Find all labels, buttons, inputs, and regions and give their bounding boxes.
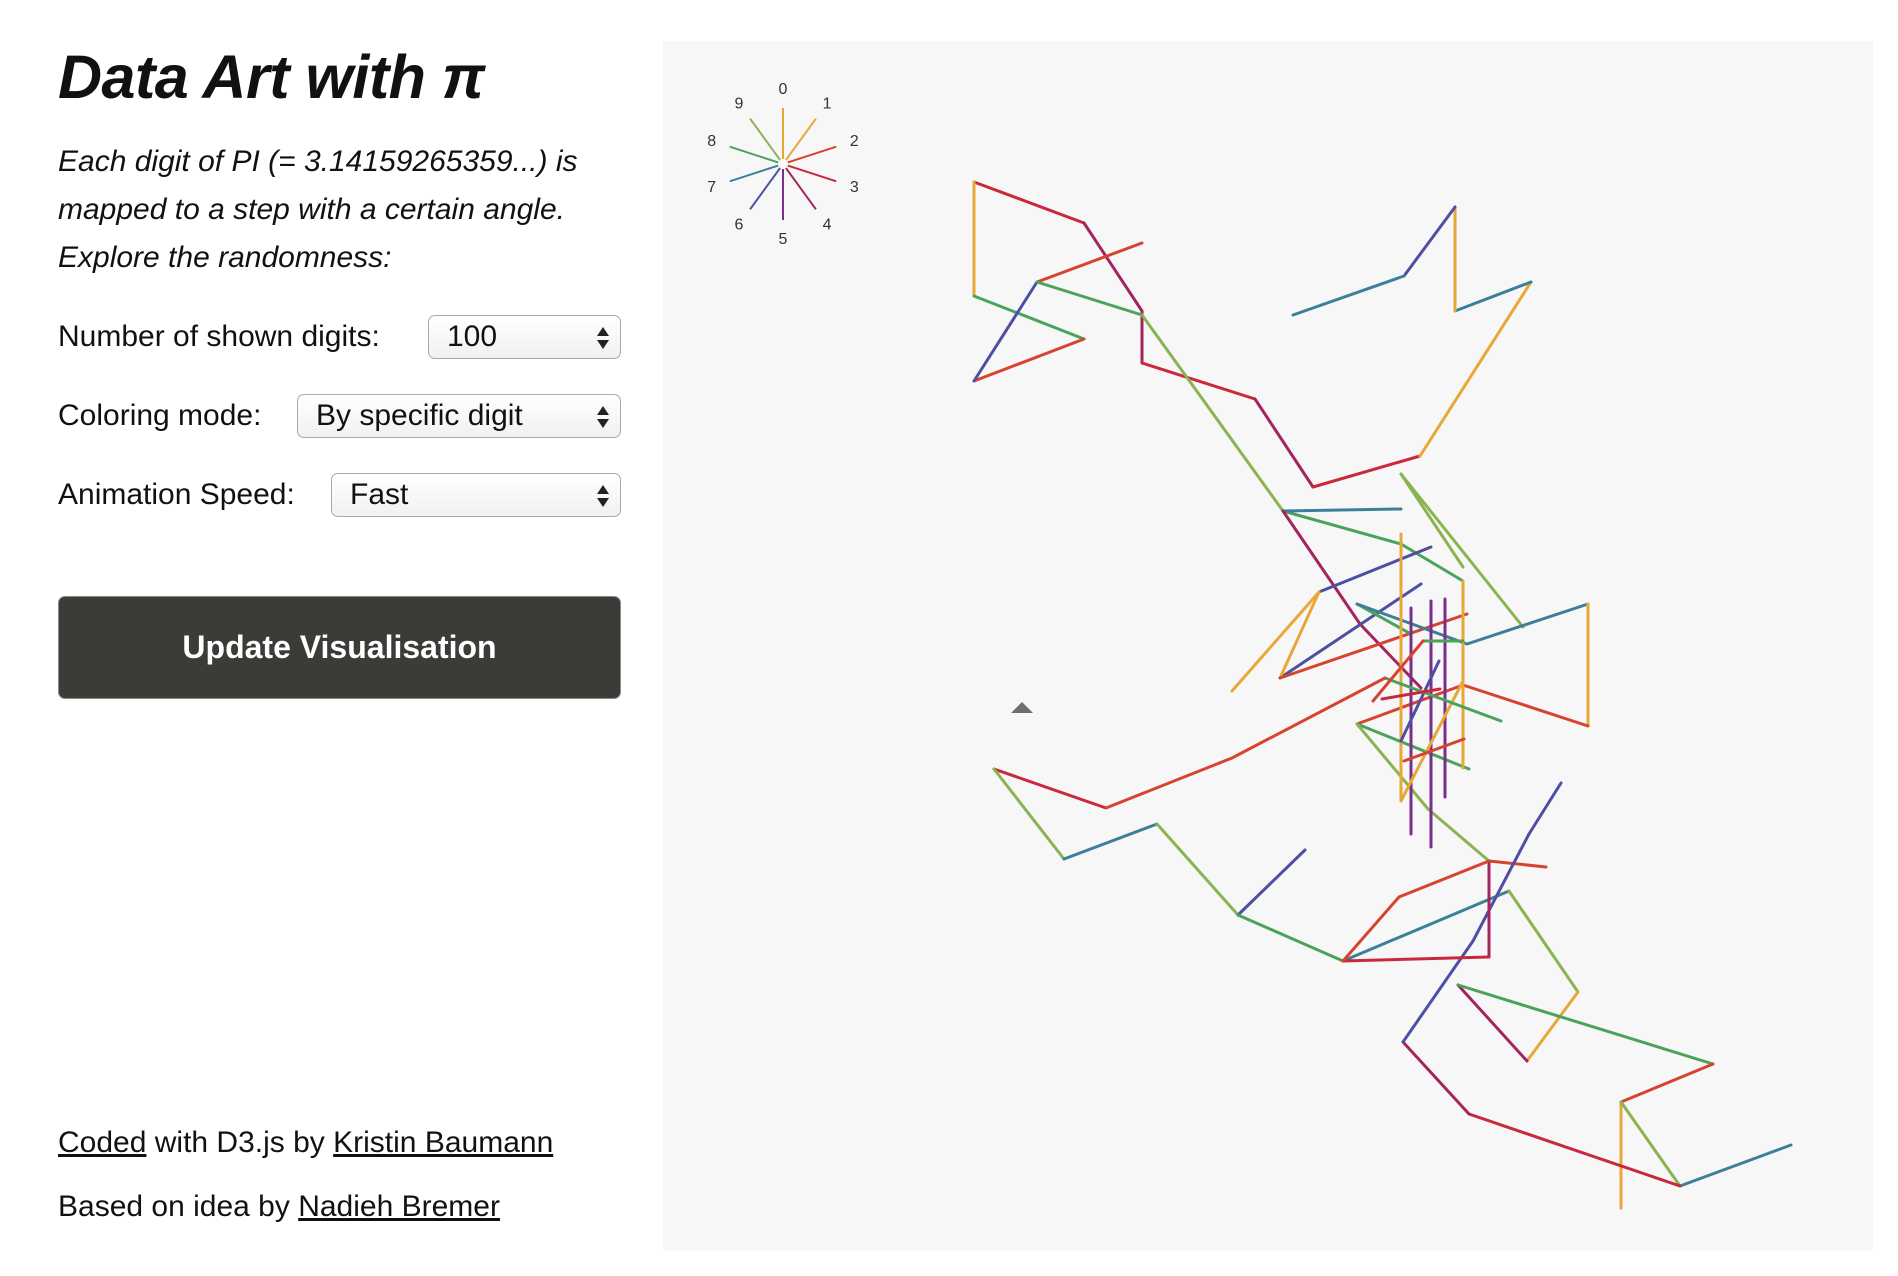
description-line: mapped to a step with a certain angle. (58, 193, 565, 226)
walk-step (972, 294, 1086, 341)
walk-step (1104, 756, 1234, 810)
select-arrows-icon (597, 485, 609, 507)
coloring-control: Coloring mode: (58, 393, 261, 439)
walk-step (1461, 683, 1590, 728)
walk-step (1140, 313, 1285, 513)
walk-step (1236, 848, 1307, 917)
credits-text: with D3.js by (146, 1126, 334, 1159)
walk-step (1230, 590, 1321, 693)
page-title: Data Art with π (58, 43, 485, 111)
walk-step (1230, 676, 1387, 760)
walk-step (1418, 280, 1533, 458)
walk-step (1278, 612, 1469, 680)
speed-select-value: Fast (350, 478, 409, 511)
coloring-select-value: By specific digit (316, 399, 523, 432)
walk-step (1291, 274, 1406, 317)
digits-control: Number of shown digits: (58, 314, 380, 360)
walk-step (1062, 822, 1159, 861)
select-arrows-icon (597, 406, 609, 428)
walk-step (1253, 397, 1315, 489)
description-line: Explore the randomness: (58, 241, 392, 274)
walk-step (1355, 722, 1471, 771)
walk-step (1525, 990, 1580, 1063)
walk-step (1281, 507, 1403, 513)
legend-digit-label: 5 (779, 231, 788, 248)
description-line: Each digit of PI (= 3.14159265359...) is (58, 145, 578, 178)
digit-angle-legend: 0 1 2 3 4 5 6 7 8 9 (707, 81, 859, 248)
legend-digit-label: 6 (734, 217, 743, 234)
walk-step (1082, 221, 1144, 313)
author-link[interactable]: Kristin Baumann (333, 1126, 553, 1159)
idea-author-link[interactable]: Nadieh Bremer (298, 1190, 500, 1223)
legend-digit-label: 8 (707, 133, 716, 150)
walk-step (1317, 545, 1433, 594)
speed-label: Animation Speed: (58, 478, 295, 511)
walk-step (1341, 895, 1401, 963)
triangle-marker-icon (1011, 702, 1033, 713)
walk-step (1678, 1143, 1793, 1188)
walk-step (1507, 889, 1580, 994)
legend-digit-label: 0 (779, 81, 788, 98)
walk-step (972, 180, 1086, 225)
coded-link[interactable]: Coded (58, 1126, 146, 1159)
coloring-select[interactable]: By specific digit (297, 394, 621, 438)
update-visualisation-button[interactable]: Update Visualisation (58, 596, 621, 699)
walk-step (1619, 1100, 1682, 1188)
legend-digit-label: 4 (823, 217, 832, 234)
walk-step (1236, 913, 1345, 963)
digits-select[interactable]: 100 (428, 315, 621, 359)
walk-step (972, 337, 1086, 383)
control-panel: Data Art with π Each digit of PI (= 3.14… (58, 0, 623, 1276)
walk-step (1402, 205, 1457, 278)
walk-step (1467, 1112, 1682, 1188)
walk-step (1465, 602, 1590, 646)
digits-label: Number of shown digits: (58, 320, 380, 353)
walk-step (1453, 280, 1533, 313)
walk-step (1401, 1040, 1471, 1116)
credits-line: Coded with D3.js by Kristin Baumann (58, 1126, 553, 1160)
idea-credit-line: Based on idea by Nadieh Bremer (58, 1190, 500, 1224)
walk-step (1341, 889, 1511, 963)
legend-digit-label: 2 (850, 133, 859, 150)
legend-digit-label: 7 (707, 179, 716, 196)
walk-step (1399, 542, 1465, 583)
walk-step (1527, 781, 1563, 836)
walk-step (1471, 832, 1531, 943)
walk-step (1619, 1062, 1715, 1104)
walk-step (1456, 983, 1715, 1066)
legend-digit-label: 3 (850, 179, 859, 196)
walk-step (1402, 737, 1466, 763)
walk-step (1487, 859, 1548, 869)
walk-step (1155, 822, 1240, 917)
select-arrows-icon (597, 327, 609, 349)
walk-step (1035, 241, 1144, 284)
walk-step (1397, 859, 1491, 899)
legend-digit-label: 9 (734, 95, 743, 112)
speed-select[interactable]: Fast (331, 473, 621, 517)
walk-step (1311, 454, 1422, 489)
legend-digit-label: 1 (823, 95, 832, 112)
idea-credit-text: Based on idea by (58, 1190, 299, 1223)
walk-step (1426, 807, 1491, 863)
description: Each digit of PI (= 3.14159265359...) is… (58, 138, 618, 282)
walk-step (1341, 955, 1491, 963)
speed-control: Animation Speed: (58, 472, 295, 518)
visualisation-canvas: 0 1 2 3 4 5 6 7 8 9 (663, 41, 1873, 1251)
walk-step (972, 280, 1039, 383)
coloring-label: Coloring mode: (58, 399, 262, 432)
digits-select-value: 100 (447, 320, 498, 353)
